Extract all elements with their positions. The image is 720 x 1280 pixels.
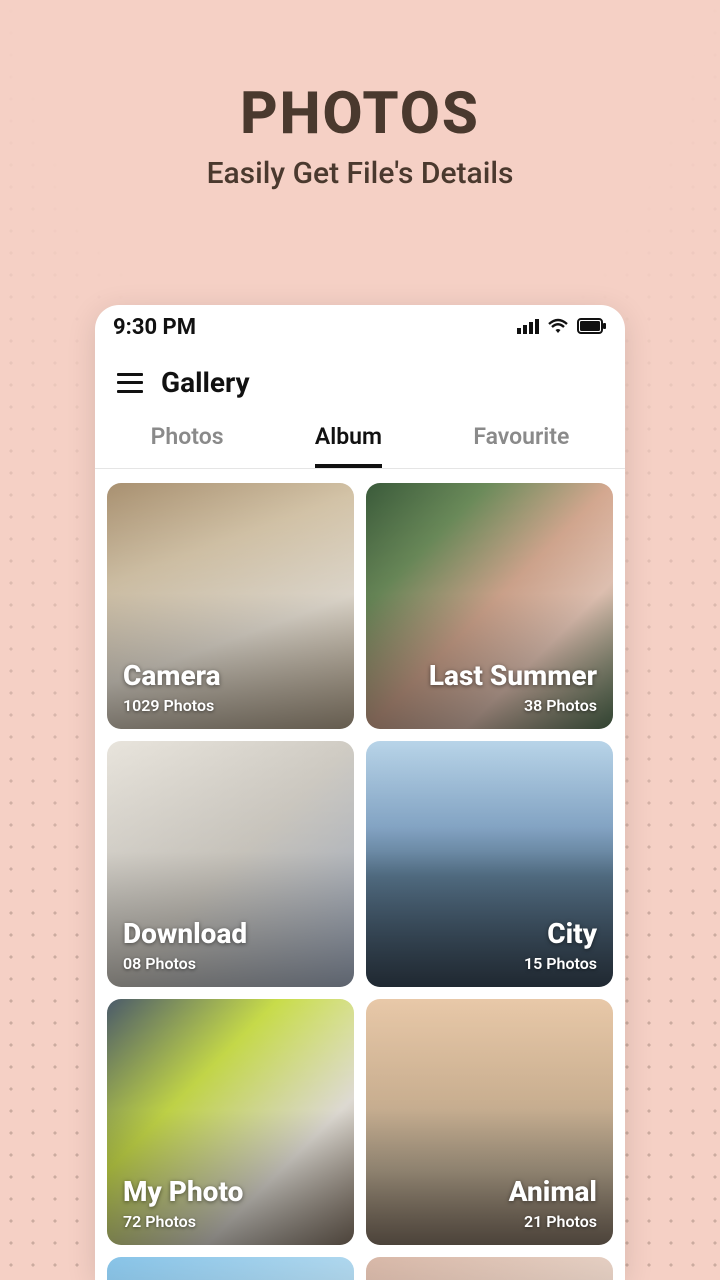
album-last-summer[interactable]: Last Summer 38 Photos [366, 483, 613, 729]
album-overlay [366, 1257, 613, 1280]
album-camera[interactable]: Camera 1029 Photos [107, 483, 354, 729]
album-more[interactable] [366, 1257, 613, 1280]
tab-album[interactable]: Album [315, 423, 382, 468]
album-more[interactable] [107, 1257, 354, 1280]
album-overlay [366, 741, 613, 987]
tab-photos[interactable]: Photos [151, 423, 224, 468]
album-subtitle: 72 Photos [123, 1212, 338, 1231]
hero-header: PHOTOS Easily Get File's Details [0, 0, 720, 191]
album-overlay [107, 999, 354, 1245]
album-title: Animal [382, 1175, 597, 1208]
album-title: My Photo [123, 1175, 338, 1208]
album-subtitle: 38 Photos [382, 696, 597, 715]
tab-favourite[interactable]: Favourite [473, 423, 569, 468]
album-title: City [382, 917, 597, 950]
album-grid[interactable]: Camera 1029 Photos Last Summer 38 Photos… [95, 469, 625, 1280]
album-subtitle: 08 Photos [123, 954, 338, 973]
status-time: 9:30 PM [113, 315, 196, 340]
album-animal[interactable]: Animal 21 Photos [366, 999, 613, 1245]
album-city[interactable]: City 15 Photos [366, 741, 613, 987]
phone-frame: 9:30 PM Gallery Photos Album Favourite C… [95, 305, 625, 1280]
album-subtitle: 21 Photos [382, 1212, 597, 1231]
album-title: Download [123, 917, 338, 950]
album-my-photo[interactable]: My Photo 72 Photos [107, 999, 354, 1245]
tab-bar: Photos Album Favourite [95, 409, 625, 469]
album-overlay [366, 999, 613, 1245]
signal-icon [517, 315, 539, 340]
album-title: Camera [123, 659, 338, 692]
hero-subtitle: Easily Get File's Details [0, 156, 720, 191]
battery-icon [577, 315, 607, 340]
album-overlay [107, 1257, 354, 1280]
album-overlay [107, 483, 354, 729]
album-overlay [366, 483, 613, 729]
album-download[interactable]: Download 08 Photos [107, 741, 354, 987]
status-bar: 9:30 PM [95, 305, 625, 344]
app-title: Gallery [161, 366, 250, 399]
menu-icon[interactable] [117, 373, 143, 393]
hero-title: PHOTOS [0, 80, 720, 148]
album-subtitle: 15 Photos [382, 954, 597, 973]
album-overlay [107, 741, 354, 987]
wifi-icon [547, 315, 569, 340]
album-title: Last Summer [382, 659, 597, 692]
app-bar: Gallery [95, 344, 625, 409]
album-subtitle: 1029 Photos [123, 696, 338, 715]
